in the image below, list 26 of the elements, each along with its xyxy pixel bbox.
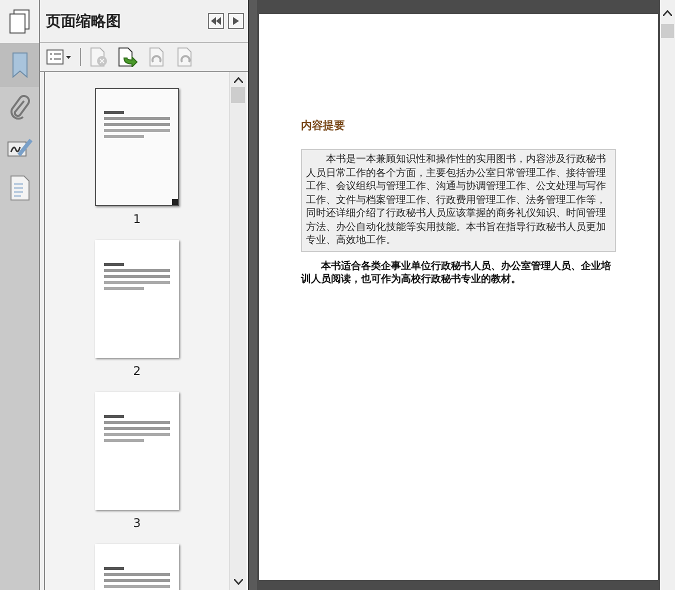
page-number: 3 <box>133 516 141 530</box>
insert-page-button[interactable] <box>117 47 139 67</box>
abstract-paragraph: 本书是一本兼顾知识性和操作性的实用图书，内容涉及行政秘书人员日常工作的各个方面，主要包括办公室日常管理工作、接待管理工作、会议组织与管理工作、沟通与协调管理工作、公文处理与写作工作、文件与档案管理工作、行政费用管理工作、法务管理工作等，同时还详细介绍了行政秘书人员应该掌握的商务礼仪知识、时间管理方法、办公自动化技能等实用技能。本书旨在指导行政秘书人员更加专业、高效地工作。 <box>301 149 616 252</box>
page-number: 2 <box>133 364 141 378</box>
document-icon[interactable] <box>10 175 30 201</box>
expand-button[interactable] <box>228 13 244 29</box>
scrollbar[interactable] <box>229 72 246 590</box>
paperclip-icon[interactable] <box>8 95 30 121</box>
scroll-thumb[interactable] <box>661 24 674 38</box>
bookmark-icon[interactable] <box>10 51 30 79</box>
scroll-thumb[interactable] <box>231 87 245 103</box>
scroll-up-icon[interactable] <box>234 77 242 83</box>
panel-title: 页面缩略图 <box>46 12 121 30</box>
scrollbar[interactable] <box>660 0 675 590</box>
body-paragraph: 本书适合各类企事业单位行政秘书人员、办公室管理人员、企业培训人员阅读，也可作为高校行政秘书专业的教材。 <box>301 260 612 286</box>
collapse-button[interactable] <box>208 13 224 29</box>
signature-icon[interactable] <box>6 137 32 159</box>
page-thumbnail[interactable] <box>95 88 179 206</box>
right-arrow-icon[interactable] <box>233 17 239 25</box>
scroll-down-icon[interactable] <box>234 579 242 585</box>
double-left-arrow-icon[interactable] <box>211 17 221 25</box>
scroll-up-icon[interactable] <box>663 10 672 16</box>
page-heading: 内容提要 <box>301 118 346 133</box>
pages-icon[interactable] <box>8 8 32 34</box>
page-number: 1 <box>133 212 141 226</box>
options-menu-button[interactable] <box>46 49 72 65</box>
